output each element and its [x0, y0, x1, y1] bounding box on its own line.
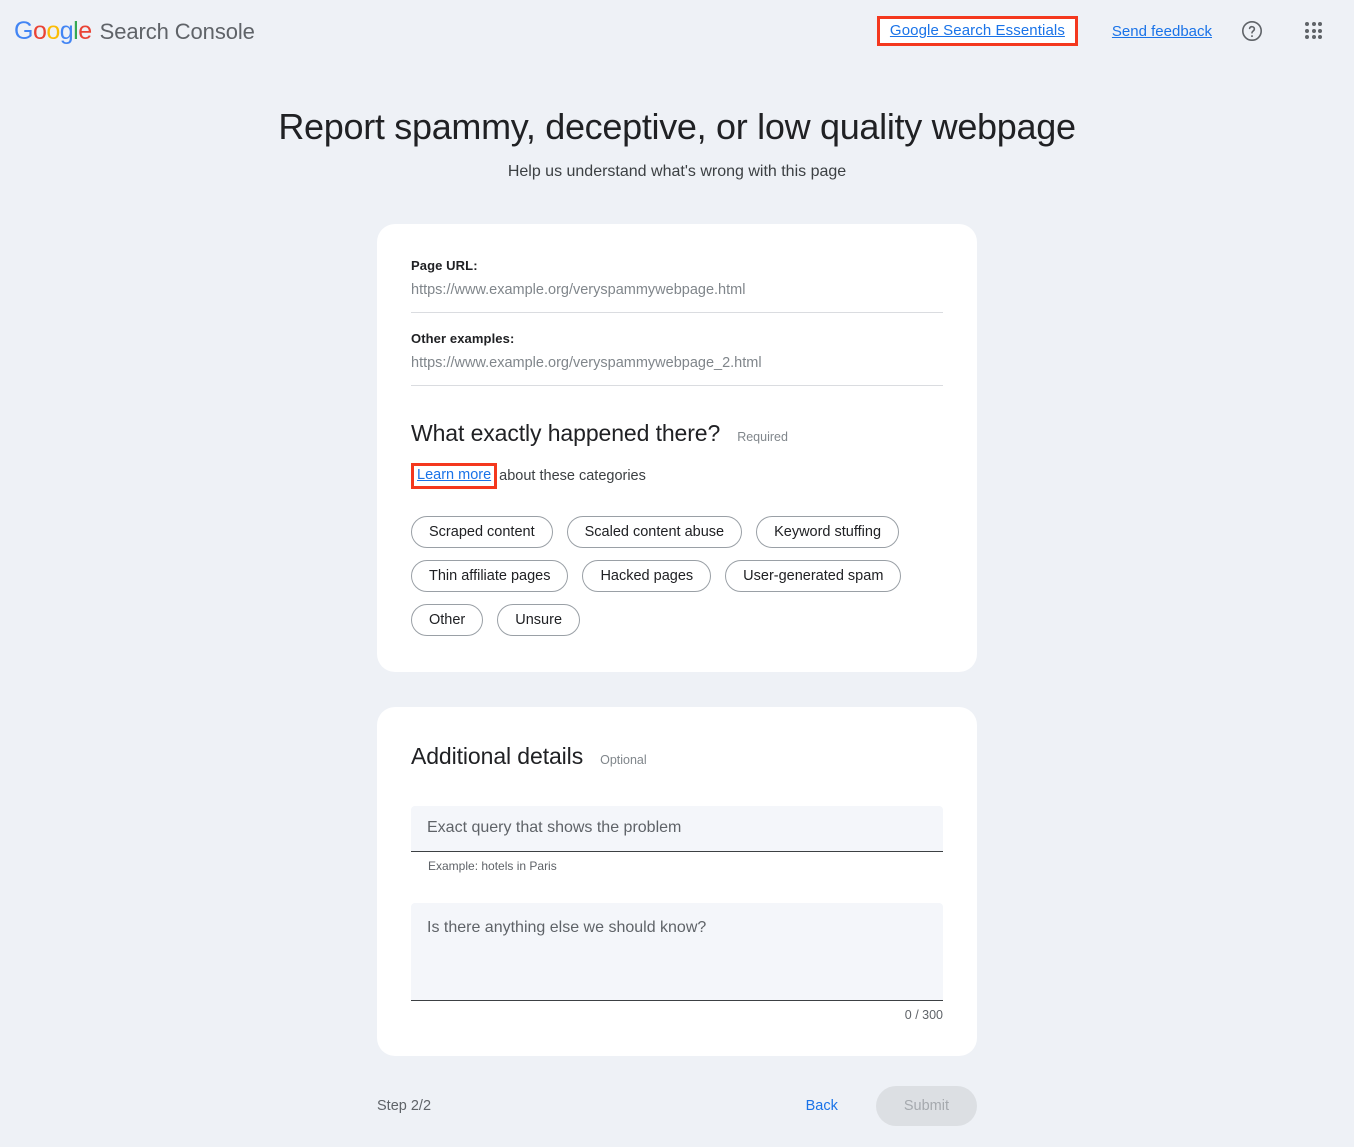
details-heading: Additional details Optional	[411, 743, 943, 770]
learn-more-description: about these categories	[499, 468, 646, 484]
category-chip-group: Scraped content Scaled content abuse Key…	[411, 516, 911, 636]
categories-card: Page URL: https://www.example.org/verysp…	[377, 224, 977, 672]
categories-heading: What exactly happened there? Required	[411, 420, 943, 447]
other-examples-label: Other examples:	[411, 331, 943, 346]
chip-unsure[interactable]: Unsure	[497, 604, 580, 636]
notes-textarea[interactable]: Is there anything else we should know?	[411, 903, 943, 1001]
other-examples-value: https://www.example.org/veryspammywebpag…	[411, 355, 943, 371]
details-title: Additional details	[411, 743, 583, 770]
page-url-value: https://www.example.org/veryspammywebpag…	[411, 282, 943, 298]
notes-field-wrapper: Is there anything else we should know? 0…	[411, 903, 943, 1022]
product-name: Search Console	[100, 19, 255, 45]
header-actions: Google Search Essentials Send feedback	[877, 9, 1336, 53]
page-title: Report spammy, deceptive, or low quality…	[0, 106, 1354, 147]
app-header: Google Search Console Google Search Esse…	[0, 0, 1354, 62]
brand: Google Search Console	[14, 17, 255, 46]
footer-actions: Back Submit	[806, 1086, 977, 1126]
page-url-field: Page URL: https://www.example.org/verysp…	[411, 258, 943, 313]
google-apps-button[interactable]	[1292, 9, 1336, 53]
step-indicator: Step 2/2	[377, 1098, 431, 1114]
page-subtitle: Help us understand what's wrong with thi…	[0, 163, 1354, 181]
chip-keyword-stuffing[interactable]: Keyword stuffing	[756, 516, 899, 548]
apps-grid-icon	[1305, 22, 1323, 40]
query-input[interactable]: Exact query that shows the problem	[411, 806, 943, 852]
other-examples-field: Other examples: https://www.example.org/…	[411, 331, 943, 386]
query-field-wrapper: Exact query that shows the problem Examp…	[411, 806, 943, 873]
form-footer: Step 2/2 Back Submit	[377, 1082, 977, 1130]
additional-details-card: Additional details Optional Exact query …	[377, 707, 977, 1056]
back-button[interactable]: Back	[806, 1098, 838, 1114]
help-circle-icon	[1240, 19, 1264, 43]
send-feedback-link[interactable]: Send feedback	[1112, 23, 1212, 40]
page-url-label: Page URL:	[411, 258, 943, 273]
help-button[interactable]	[1230, 9, 1274, 53]
chip-other[interactable]: Other	[411, 604, 483, 636]
notes-char-counter: 0 / 300	[411, 1008, 943, 1022]
chip-hacked-pages[interactable]: Hacked pages	[582, 560, 711, 592]
essentials-link-highlight: Google Search Essentials	[877, 16, 1078, 46]
learn-more-highlight: Learn more	[411, 463, 497, 489]
chip-user-generated-spam[interactable]: User-generated spam	[725, 560, 901, 592]
learn-more-link[interactable]: Learn more	[417, 468, 491, 483]
details-optional-flag: Optional	[600, 753, 647, 767]
categories-title: What exactly happened there?	[411, 420, 720, 447]
page-header: Report spammy, deceptive, or low quality…	[0, 106, 1354, 181]
google-search-essentials-link[interactable]: Google Search Essentials	[890, 23, 1065, 38]
query-hint: Example: hotels in Paris	[411, 859, 943, 873]
chip-thin-affiliate-pages[interactable]: Thin affiliate pages	[411, 560, 568, 592]
learn-more-row: Learn more about these categories	[411, 463, 943, 489]
chip-scraped-content[interactable]: Scraped content	[411, 516, 553, 548]
chip-scaled-content-abuse[interactable]: Scaled content abuse	[567, 516, 742, 548]
categories-required-flag: Required	[737, 430, 788, 444]
google-logo: Google	[14, 17, 92, 46]
submit-button[interactable]: Submit	[876, 1086, 977, 1126]
